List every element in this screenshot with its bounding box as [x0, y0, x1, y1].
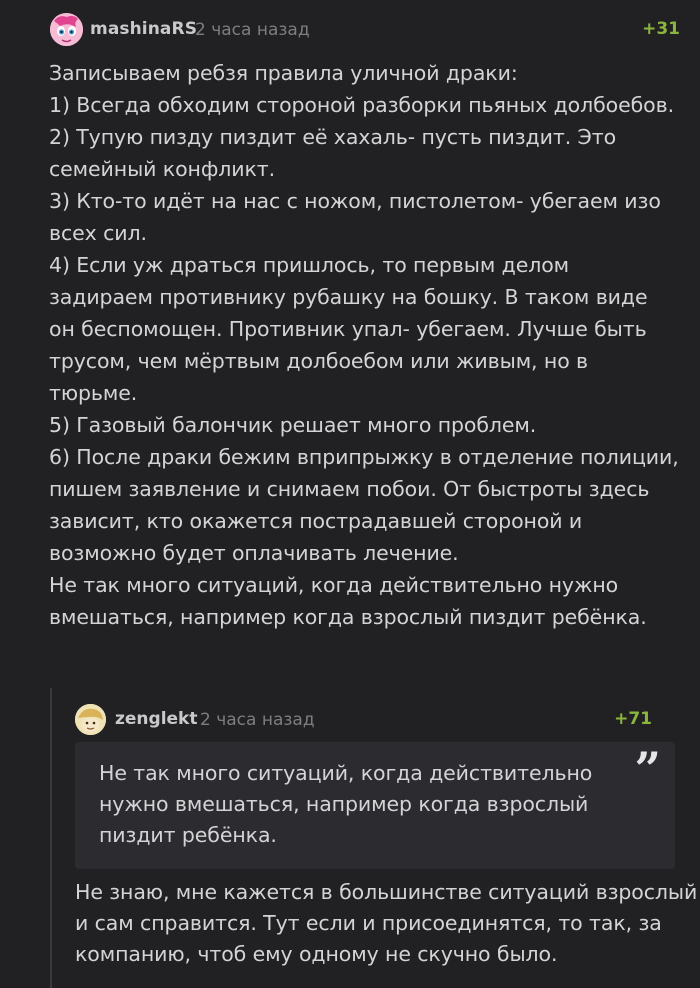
comment: mashinaRS 2 часа назад +31 Записываем ре…: [0, 0, 700, 988]
reply-time: 2 часа назад: [200, 710, 315, 730]
comment-rating: +31: [642, 19, 680, 39]
comment-header: mashinaRS 2 часа назад +31: [50, 13, 685, 47]
reply-avatar[interactable]: [75, 704, 106, 735]
thread-line[interactable]: [50, 688, 52, 988]
reply-rating: +71: [614, 709, 652, 729]
pink-pony-avatar-icon: [50, 13, 83, 46]
quote-mark-icon: ”: [634, 742, 661, 796]
reply-header: zenglekt 2 часа назад +71: [75, 702, 685, 736]
reply-author-name[interactable]: zenglekt: [115, 709, 198, 729]
comment-text: Записываем ребзя правила уличной драки: …: [49, 61, 679, 629]
cartoon-character-avatar-icon: [75, 704, 106, 735]
reply-text: Не знаю, мне кажется в большинстве ситуа…: [75, 880, 698, 966]
quote-text: Не так много ситуаций, когда действитель…: [99, 761, 593, 847]
quote-block: Не так много ситуаций, когда действитель…: [75, 742, 675, 869]
avatar[interactable]: [50, 13, 83, 46]
comment-time: 2 часа назад: [195, 20, 310, 40]
author-name[interactable]: mashinaRS: [90, 19, 197, 39]
